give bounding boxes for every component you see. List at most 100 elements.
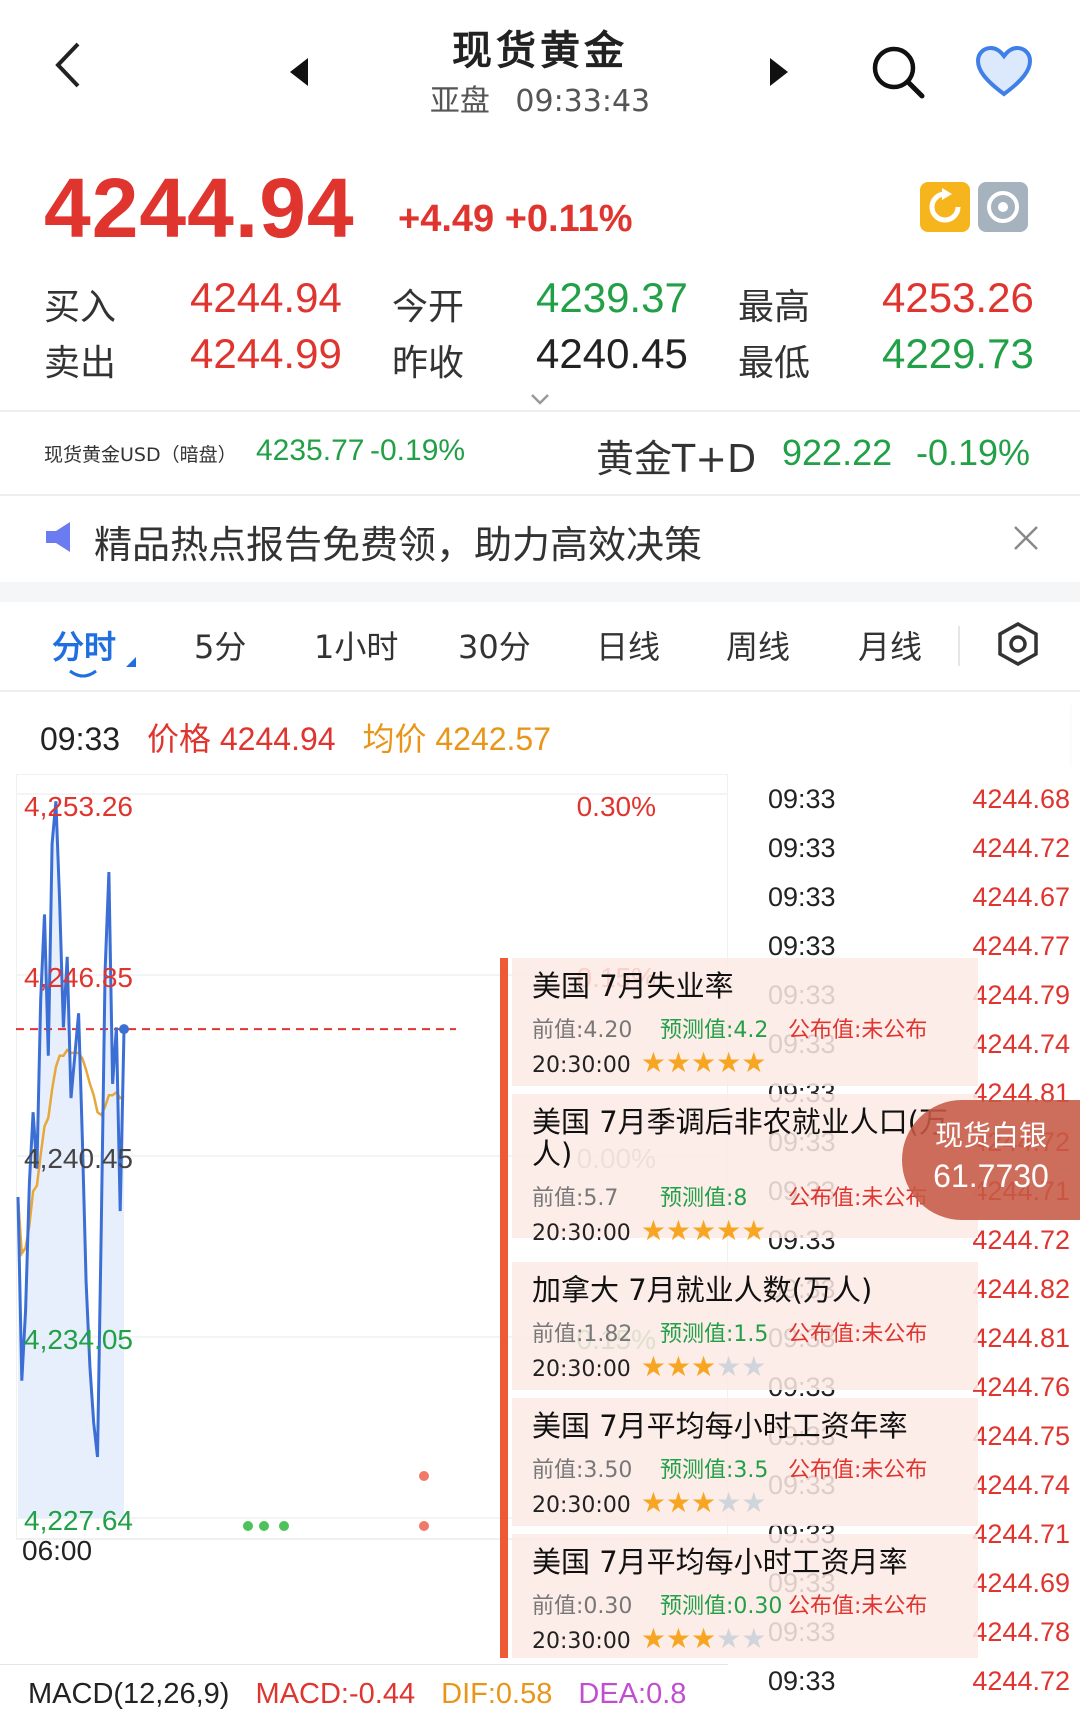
macd-indicator[interactable]: MACD(12,26,9) MACD:-0.44 DIF:0.58 DEA:0.… — [28, 1678, 728, 1711]
macd-label: MACD(12,26,9) — [28, 1678, 230, 1710]
event-forecast: 预测值:3.5 — [660, 1458, 769, 1483]
td-price: 922.22 — [782, 432, 893, 473]
promo-text: 精品热点报告免费领，助力高效决策 — [94, 523, 703, 567]
importance-star-icon: ★ — [691, 1046, 717, 1079]
event-time: 20:30:00 — [532, 1053, 631, 1078]
search-icon[interactable] — [870, 44, 926, 104]
event-prev: 前值:5.7 — [532, 1186, 619, 1211]
refresh-icon[interactable] — [920, 182, 970, 232]
event-prev: 前值:0.30 — [532, 1594, 633, 1619]
tab-30min[interactable]: 30分 — [458, 622, 531, 668]
high-value: 4253.26 — [882, 274, 1034, 321]
silver-price: 61.7730 — [933, 1158, 1049, 1194]
prev-close-label: 昨收 — [392, 343, 465, 384]
crosshair-avg-label: 均价 — [362, 721, 427, 757]
importance-star-icon: ★ — [665, 1046, 692, 1079]
chevron-down-icon[interactable] — [530, 390, 550, 409]
divider — [0, 410, 1080, 412]
tab-separator — [958, 626, 960, 666]
trade-row: 09:33 4244.72 — [748, 833, 1070, 882]
hexagon-settings-icon[interactable] — [996, 621, 1040, 670]
crosshair-time: 09:33 — [40, 721, 121, 757]
tab-5min[interactable]: 5分 — [194, 622, 246, 668]
last-price: 4244.94 — [44, 161, 355, 255]
percent-axis-label: 0.30% — [577, 791, 656, 822]
importance-star-icon: ★ — [665, 1622, 692, 1655]
importance-star-icon: ★ — [691, 1350, 717, 1383]
event-marker-icon — [241, 1519, 255, 1533]
session-time: 09:33:43 — [515, 84, 651, 119]
importance-star-icon: ★ — [640, 1486, 666, 1519]
event-card[interactable]: 美国 7月平均每小时工资年率 前值:3.50 预测值:3.5 公布值:未公布 20:30… — [512, 1398, 978, 1526]
dark-pool-label: 现货黄金USD（暗盘） — [44, 444, 237, 466]
close-icon[interactable] — [1012, 524, 1040, 556]
event-time: 20:30:00 — [532, 1357, 631, 1382]
event-card[interactable]: 美国 7月平均每小时工资月率前值:0.30 预测值:0.30 公布值:未公布 20:3… — [512, 1534, 978, 1658]
event-card[interactable]: 加拿大 7月就业人数(万人) 前值:1.82 预测值:1.5 公布值:未公布 20:30… — [512, 1262, 978, 1390]
prev-close-value: 4240.45 — [536, 330, 688, 377]
trade-price: 4244.81 — [972, 1323, 1070, 1353]
trade-time: 09:33 — [768, 1666, 836, 1696]
trade-price: 4244.78 — [972, 1617, 1070, 1647]
ask-value: 4244.99 — [190, 330, 342, 377]
event-forecast: 预测值:0.30 — [660, 1594, 783, 1619]
x-axis-label: 06:00 — [22, 1535, 92, 1566]
event-title: 美国 7月季调后非农就业人口(万人) — [532, 1105, 948, 1171]
td-label: 黄金T+D — [596, 437, 757, 481]
event-forecast: 预测值:4.2 — [660, 1018, 769, 1043]
event-prev: 前值:3.50 — [532, 1458, 633, 1483]
low-label: 最低 — [738, 343, 811, 384]
importance-star-icon: ★ — [716, 1350, 742, 1383]
low-value: 4229.73 — [882, 330, 1034, 377]
td-pct: -0.19% — [916, 432, 1031, 473]
heart-icon[interactable] — [975, 45, 1033, 102]
event-marker-icon — [277, 1519, 291, 1533]
trade-price: 4244.68 — [972, 784, 1070, 814]
event-title: 美国 7月平均每小时工资月率 — [532, 1545, 908, 1579]
tab-daily[interactable]: 日线 — [596, 622, 660, 668]
next-triangle-icon[interactable] — [768, 58, 788, 90]
trade-row: 09:33 4244.72 — [748, 1666, 1070, 1715]
crosshair-price-label: 价格 — [146, 721, 211, 757]
tab-1hour[interactable]: 1小时 — [314, 622, 398, 668]
event-time-row: 20:30:00 ★★★★★ — [532, 1046, 766, 1079]
event-actual: 公布值:未公布 — [788, 1018, 928, 1043]
price-change: +4.49 +0.11% — [398, 198, 633, 241]
macd-dif: DIF:0.58 — [441, 1678, 553, 1710]
trade-price: 4244.82 — [972, 1274, 1070, 1304]
tab-weekly[interactable]: 周线 — [726, 622, 790, 668]
tab-monthly[interactable]: 月线 — [858, 622, 922, 668]
related-quote-td[interactable]: 黄金T+D 922.22 -0.19% — [596, 428, 1036, 481]
settings-icon[interactable] — [978, 182, 1028, 232]
related-quote-dark[interactable]: 现货黄金USD（暗盘） 4235.77 -0.19% — [44, 434, 504, 478]
importance-star-icon: ★ — [741, 1214, 767, 1247]
event-marker-icon — [417, 1519, 431, 1533]
importance-star-icon: ★ — [640, 1046, 666, 1079]
event-actual: 公布值:未公布 — [788, 1322, 928, 1347]
event-time-row: 20:30:00 ★★★★★ — [532, 1214, 766, 1247]
dark-pool-price: 4235.77 — [256, 434, 365, 467]
event-forecast: 预测值:8 — [660, 1186, 748, 1211]
event-time-row: 20:30:00 ★★★★★ — [532, 1622, 766, 1655]
economic-calendar-overlay[interactable]: 美国 7月失业率 前值:4.20 预测值:4.2 公布值:未公布 20:30:00 ★★★… — [500, 958, 978, 1658]
importance-star-icon: ★ — [716, 1622, 742, 1655]
event-time-row: 20:30:00 ★★★★★ — [532, 1486, 766, 1519]
importance-star-icon: ★ — [665, 1350, 692, 1383]
event-marker-icon — [257, 1519, 271, 1533]
crosshair-price: 4244.94 — [219, 721, 336, 757]
event-title: 加拿大 7月就业人数(万人) — [532, 1273, 873, 1307]
trade-price: 4244.72 — [972, 833, 1070, 863]
silver-quote-float[interactable]: 现货白银 61.7730 — [902, 1100, 1080, 1220]
event-card[interactable]: 美国 7月失业率 前值:4.20 预测值:4.2 公布值:未公布 20:30:00 ★★★… — [512, 958, 978, 1086]
ask-label: 卖出 — [44, 343, 117, 384]
importance-star-icon: ★ — [741, 1622, 767, 1655]
tab-timeshare[interactable]: 分时 — [52, 622, 116, 668]
event-actual: 公布值:未公布 — [788, 1458, 928, 1483]
event-title: 美国 7月失业率 — [532, 969, 734, 1003]
trade-price: 4244.77 — [972, 931, 1070, 961]
importance-star-icon: ★ — [640, 1622, 666, 1655]
event-actual: 公布值:未公布 — [788, 1594, 928, 1619]
promo-banner[interactable]: 精品热点报告免费领，助力高效决策 — [0, 496, 1080, 580]
importance-star-icon: ★ — [665, 1486, 692, 1519]
importance-star-icon: ★ — [716, 1486, 742, 1519]
